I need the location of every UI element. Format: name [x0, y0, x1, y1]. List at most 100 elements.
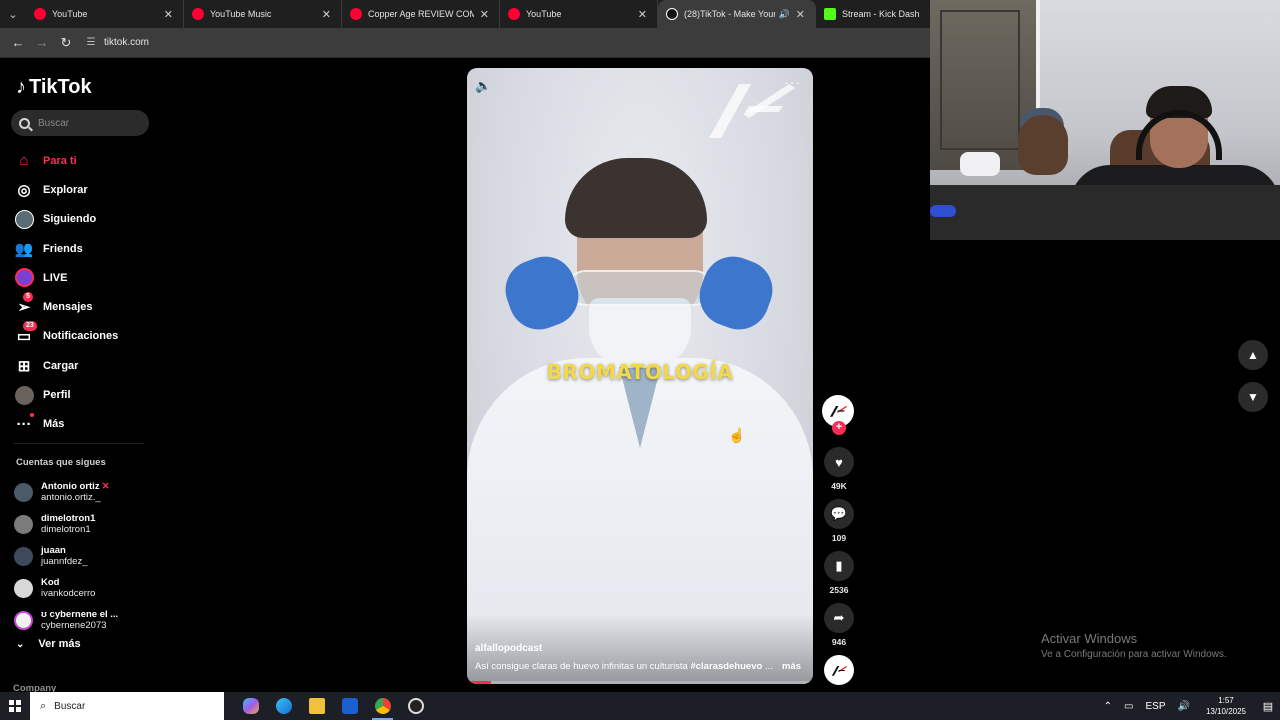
windows-logo-icon	[9, 700, 21, 712]
like-button[interactable]: ♥	[824, 447, 854, 477]
menu-item-live[interactable]: LIVE	[14, 263, 154, 292]
tab-search-icon[interactable]: ⌄	[0, 0, 26, 28]
search-icon: ⌕	[40, 699, 47, 712]
webcam-overlay	[930, 0, 1280, 240]
video-progress-bar[interactable]	[467, 681, 813, 684]
obs-icon	[407, 698, 424, 714]
taskbar-app-obs[interactable]	[399, 692, 432, 720]
taskbar-app-store[interactable]	[333, 692, 366, 720]
following-item[interactable]: ʊ cybernene el ... cybernene2073	[14, 604, 154, 636]
following-list: Antonio ortiz ✕ antonio.ortiz._ dimelotro…	[14, 476, 154, 636]
hashtag-link[interactable]: #clarasdehuevo	[690, 661, 762, 672]
creator-avatar[interactable]: +	[822, 395, 854, 435]
follow-plus-icon[interactable]: +	[832, 421, 846, 435]
taskbar-app-chrome[interactable]	[366, 692, 399, 720]
network-icon[interactable]: ▭	[1124, 701, 1133, 712]
taskbar-app-explorer[interactable]	[300, 692, 333, 720]
site-info-icon[interactable]: ☰	[84, 36, 98, 50]
windows-activation-watermark: Activar Windows Ve a Configuración para …	[1041, 631, 1227, 660]
video-author[interactable]: alfallopodcast	[475, 643, 542, 654]
taskbar-apps	[234, 692, 432, 720]
back-arrow-icon[interactable]: ←	[6, 31, 30, 55]
close-tab-icon[interactable]: ✕	[638, 8, 647, 21]
home-icon: ⌂	[19, 152, 29, 170]
taskbar-search-input[interactable]: ⌕ Buscar	[30, 692, 224, 720]
menu-item-explorar[interactable]: ◎ Explorar	[14, 175, 154, 204]
close-tab-icon[interactable]: ✕	[796, 8, 805, 21]
youtube-icon	[508, 8, 520, 20]
reload-icon[interactable]: ↻	[54, 31, 78, 55]
volume-icon[interactable]: 🔈	[475, 78, 491, 94]
menu-item-cargar[interactable]: ⊞ Cargar	[14, 351, 154, 380]
taskbar-app-edge[interactable]	[267, 692, 300, 720]
folder-icon	[308, 698, 325, 714]
browser-tab-1[interactable]: YouTube ✕	[26, 0, 184, 28]
video-scene-hair	[565, 158, 707, 238]
close-tab-icon[interactable]: ✕	[322, 8, 331, 21]
search-input[interactable]: Buscar	[11, 110, 149, 136]
browser-tab-5-active[interactable]: (28)TikTok - Make Your Day 🔊 ✕	[658, 0, 816, 28]
more-icon: ···	[14, 413, 34, 434]
webcam-object	[960, 152, 1000, 176]
more-options-icon[interactable]: ···	[784, 74, 801, 90]
url-field[interactable]: ☰ tiktok.com	[84, 36, 150, 50]
menu-item-perfil[interactable]: Perfil	[14, 380, 154, 409]
more-description-button[interactable]: más	[782, 661, 801, 672]
close-tab-icon[interactable]: ✕	[480, 8, 489, 21]
music-disc[interactable]	[824, 655, 854, 685]
previous-video-button[interactable]: ▲	[1238, 340, 1268, 370]
comment-icon: 💬	[830, 506, 848, 521]
clock[interactable]: 1:57 13/10/2025	[1206, 695, 1246, 717]
browser-tab-4[interactable]: YouTube ✕	[500, 0, 658, 28]
company-link[interactable]: Company	[13, 683, 56, 692]
browser-tab-6[interactable]: Stream - Kick Dashboard	[816, 0, 930, 28]
browser-tab-2[interactable]: YouTube Music ✕	[184, 0, 342, 28]
chevron-down-icon: ⌄	[16, 638, 25, 650]
following-item[interactable]: Kod ivankodcerro	[14, 572, 154, 604]
speaker-icon[interactable]: 🔊	[779, 9, 790, 20]
taskbar-app-copilot[interactable]	[234, 692, 267, 720]
edge-icon	[275, 698, 292, 714]
system-tray: ⌃ ▭ ESP 🔊 1:57 13/10/2025 ▤	[1098, 692, 1280, 720]
language-indicator[interactable]: ESP	[1145, 701, 1165, 712]
next-video-button[interactable]: ▼	[1238, 382, 1268, 412]
browser-tab-strip: ⌄ YouTube ✕ YouTube Music ✕ Copper Age R…	[0, 0, 930, 28]
music-disc-logo-icon	[831, 665, 848, 676]
video-player[interactable]: 🔈 ··· BROMATOLOGÍA alfallopodcast Así co…	[467, 68, 813, 684]
avatar	[14, 546, 33, 566]
volume-icon[interactable]: 🔊	[1178, 701, 1190, 712]
tiktok-logo[interactable]: ♪ TikTok	[16, 76, 92, 99]
share-count: 946	[831, 637, 847, 647]
see-more-button[interactable]: ⌄ Ver más	[16, 638, 81, 650]
menu-item-para-ti[interactable]: ⌂ Para ti	[14, 146, 154, 175]
avatar	[14, 514, 33, 534]
address-bar: ← → ↻ ☰ tiktok.com	[0, 28, 930, 58]
following-item[interactable]: juaan juannfdez_	[14, 540, 154, 572]
following-item[interactable]: Antonio ortiz ✕ antonio.ortiz._	[14, 476, 154, 508]
comment-button[interactable]: 💬	[824, 499, 854, 529]
menu-item-notificaciones[interactable]: ▭ 23 Notificaciones	[14, 321, 154, 351]
notification-icon[interactable]: ▤	[1256, 700, 1280, 713]
menu-item-mas[interactable]: ··· Más	[14, 410, 154, 439]
close-tab-icon[interactable]: ✕	[164, 8, 173, 21]
live-icon	[14, 268, 34, 288]
share-arrow-icon: ➦	[833, 610, 845, 625]
webcam-teddy-bear	[1018, 115, 1068, 175]
forward-arrow-icon[interactable]: →	[30, 31, 54, 55]
browser-tab-3[interactable]: Copper Age REVIEW COMP ✕	[342, 0, 500, 28]
video-description: Así consigue claras de huevo infinitas u…	[475, 661, 773, 672]
following-item[interactable]: dimelotron1 dimelotron1	[14, 508, 154, 540]
search-icon	[19, 117, 30, 129]
divider	[14, 443, 144, 444]
video-overlay-text: BROMATOLOGÍA	[546, 360, 734, 384]
new-dot	[30, 413, 34, 418]
creator-logo-icon	[830, 406, 848, 417]
share-button[interactable]: ➦	[824, 603, 854, 633]
save-button[interactable]: ▮	[824, 551, 854, 581]
chevron-up-icon[interactable]: ⌃	[1104, 701, 1112, 712]
menu-item-siguiendo[interactable]: Siguiendo	[14, 205, 154, 234]
menu-item-friends[interactable]: 👥 Friends	[14, 234, 154, 263]
screen: ⌄ YouTube ✕ YouTube Music ✕ Copper Age R…	[0, 0, 1280, 720]
start-button[interactable]	[0, 692, 30, 720]
menu-item-mensajes[interactable]: ➢ 5 Mensajes	[14, 292, 154, 321]
